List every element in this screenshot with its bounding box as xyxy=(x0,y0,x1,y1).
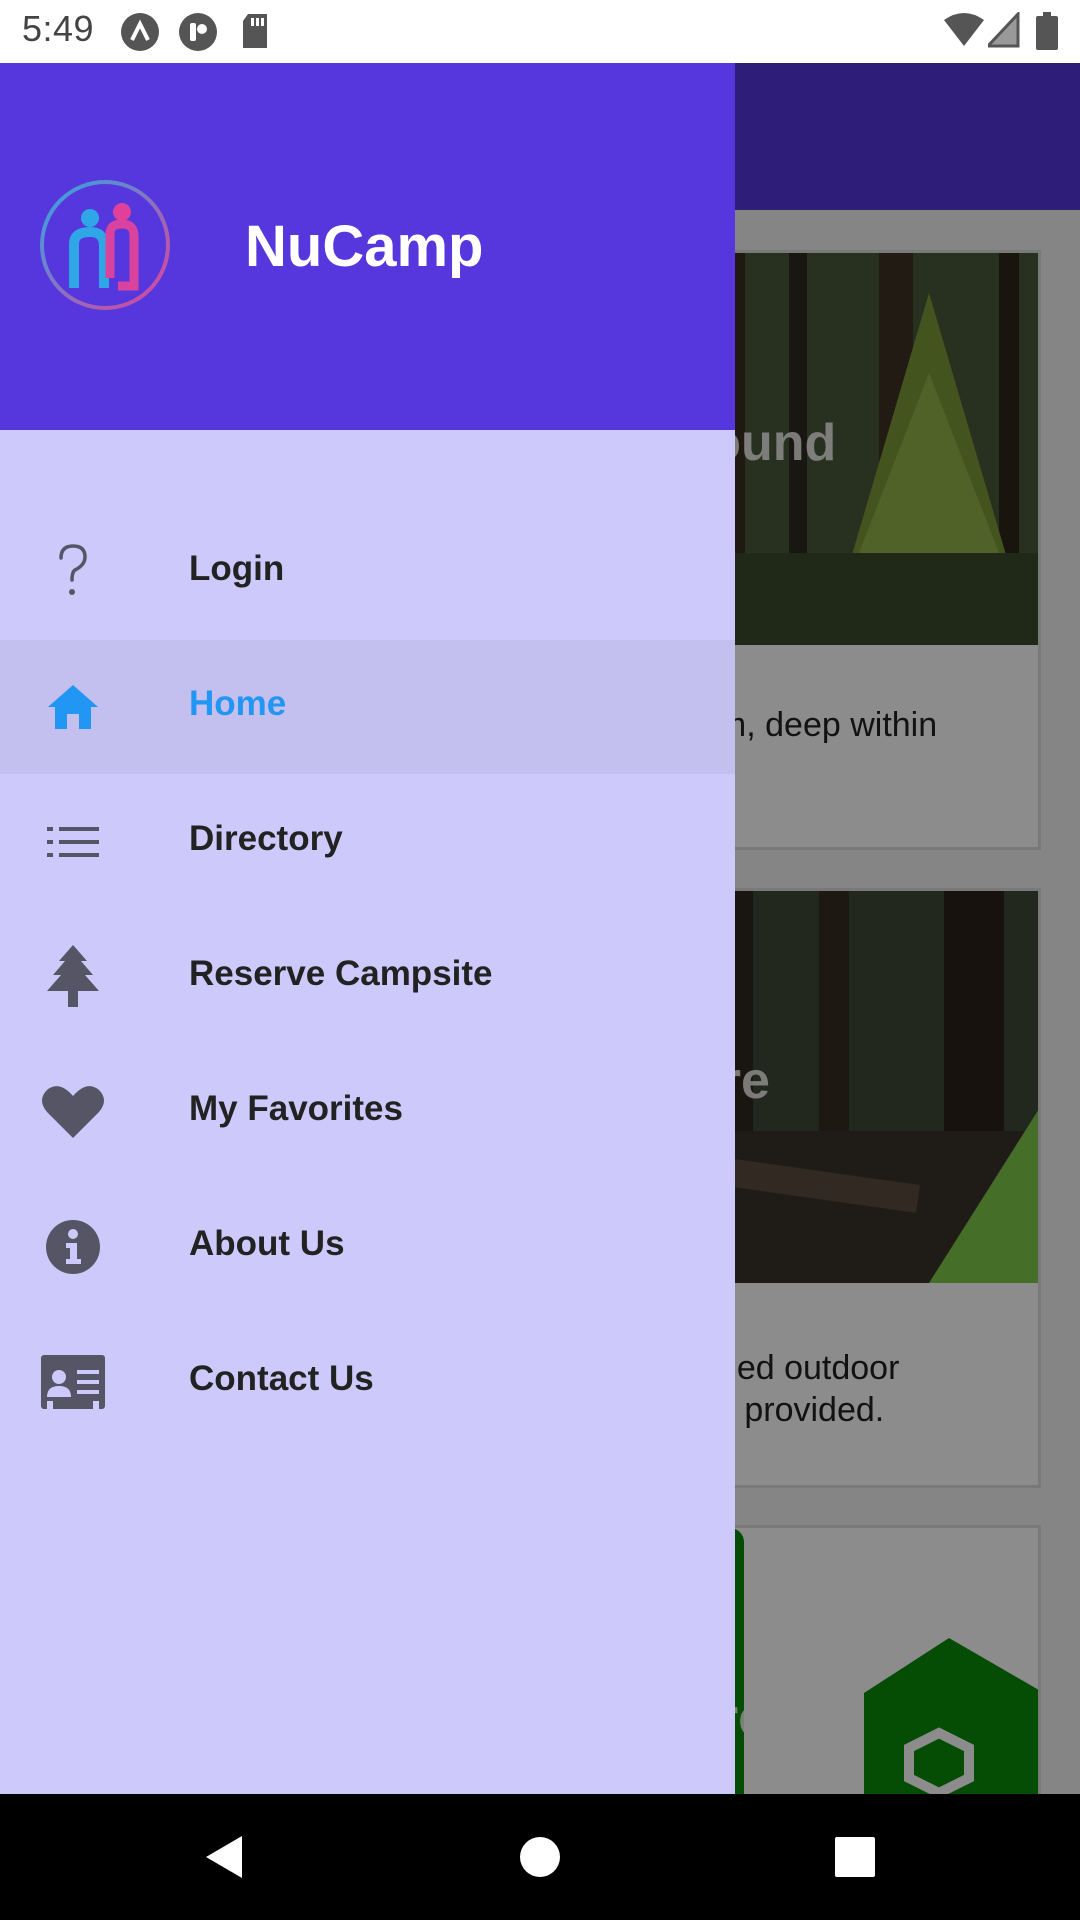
home-circle-icon[interactable] xyxy=(515,1832,565,1882)
wifi-icon xyxy=(944,12,984,53)
drawer-item-home[interactable]: Home xyxy=(0,640,735,774)
sd-card-icon xyxy=(240,12,270,57)
address-card-icon xyxy=(40,1352,106,1412)
app-notification-icon xyxy=(178,12,218,57)
drawer-item-directory[interactable]: Directory xyxy=(0,775,735,909)
navigation-drawer: NuCamp Login Home Directory Reserve Camp… xyxy=(0,63,735,1794)
drawer-item-label: Reserve Campsite xyxy=(189,954,493,993)
app-title: NuCamp xyxy=(245,214,484,279)
info-icon xyxy=(40,1217,106,1277)
system-nav-bar xyxy=(0,1794,1080,1920)
status-bar: 5:49 xyxy=(0,0,1080,63)
back-icon[interactable] xyxy=(200,1832,250,1882)
heart-icon xyxy=(40,1082,106,1142)
drawer-item-label: Home xyxy=(189,684,287,723)
drawer-item-label: Login xyxy=(189,549,285,588)
home-icon xyxy=(40,677,106,737)
drawer-item-reserve-campsite[interactable]: Reserve Campsite xyxy=(0,910,735,1044)
expo-icon xyxy=(120,12,160,57)
drawer-item-label: About Us xyxy=(189,1224,345,1263)
signal-icon xyxy=(984,10,1020,53)
battery-icon xyxy=(1036,12,1058,55)
drawer-header: NuCamp xyxy=(0,63,735,430)
recents-icon[interactable] xyxy=(830,1832,880,1882)
status-time: 5:49 xyxy=(22,8,95,49)
list-icon xyxy=(40,812,106,872)
drawer-item-label: My Favorites xyxy=(189,1089,403,1128)
question-icon xyxy=(40,542,106,602)
drawer-item-favorites[interactable]: My Favorites xyxy=(0,1045,735,1179)
drawer-item-about[interactable]: About Us xyxy=(0,1180,735,1314)
tree-icon xyxy=(40,945,106,1007)
drawer-item-login[interactable]: Login xyxy=(0,505,735,639)
drawer-item-contact[interactable]: Contact Us xyxy=(0,1315,735,1449)
drawer-item-label: Directory xyxy=(189,819,343,858)
nucamp-logo-icon xyxy=(38,178,172,312)
drawer-item-label: Contact Us xyxy=(189,1359,374,1398)
